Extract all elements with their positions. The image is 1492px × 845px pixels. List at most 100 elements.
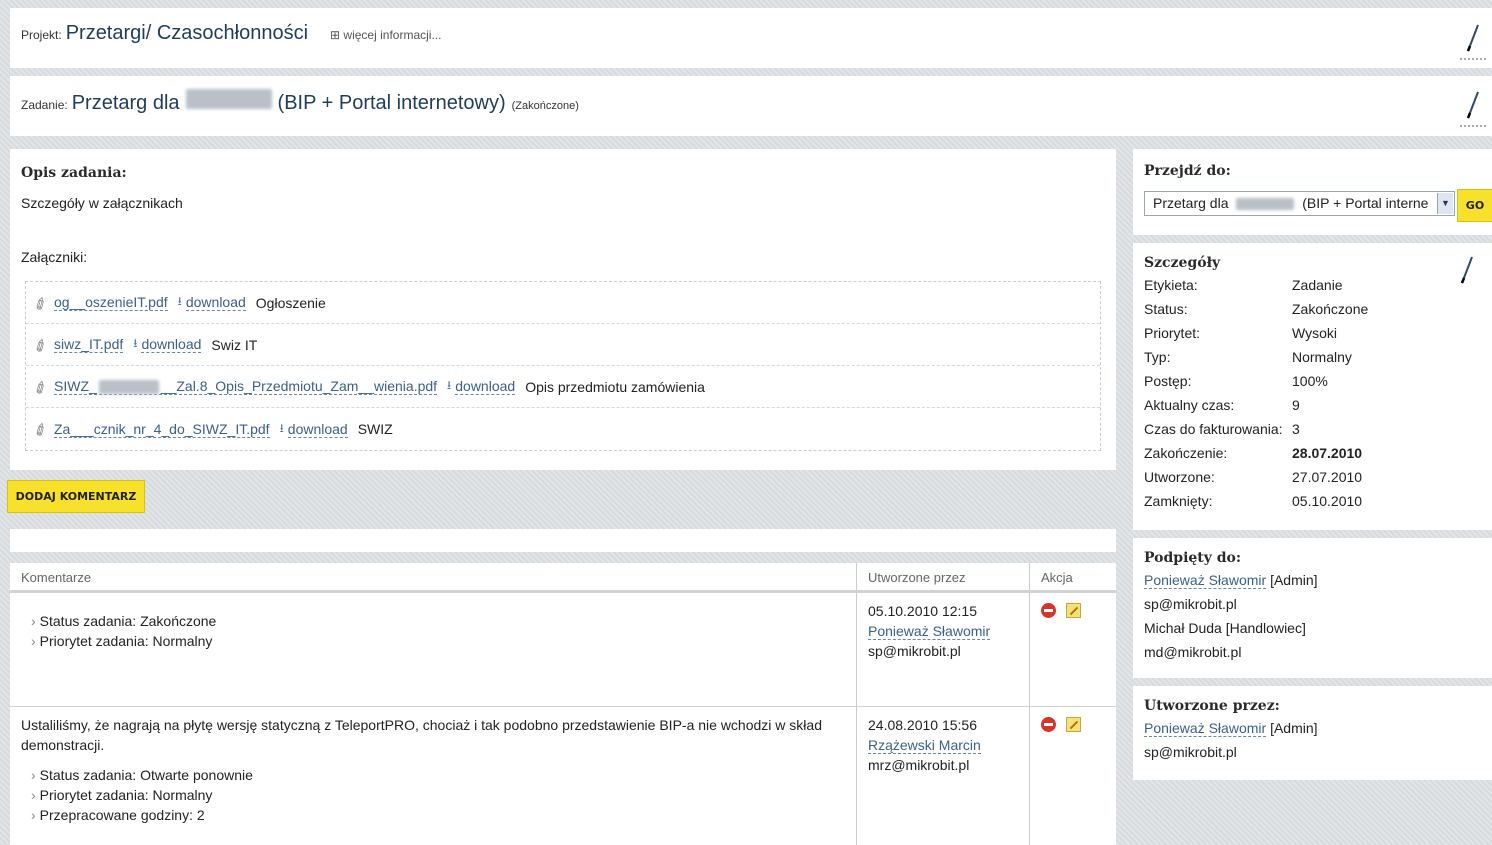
comments-table: Komentarze Utworzone przez Akcja Status … [10,563,1116,845]
detail-row: Postęp: 100% [1144,373,1328,389]
comment-actions [1030,593,1116,706]
goto-panel: Przejdź do: Przetarg dla (BIP + Portal i… [1133,149,1492,235]
comment-row: Status zadania: Zakończone Priorytet zad… [10,593,1116,707]
column-header-action: Akcja [1041,570,1073,585]
attachment-file-link[interactable]: siwz_IT.pdf [54,336,124,353]
chevron-down-icon[interactable]: ▼ [1437,193,1453,214]
attachment-description: SWIZ [357,421,393,437]
paperclip-icon: ✐ [31,335,52,358]
attachment-file-link[interactable]: SIWZ_ __Zal.8_Opis_Przedmiotu_Zam__wienia… [54,378,438,396]
comment-change-item: Priorytet zadania: Normalny [31,785,845,805]
comment-date: 05.10.2010 12:15 [868,603,977,619]
comment-author-link[interactable]: Rzążewski Marcin [868,737,981,754]
delete-icon[interactable] [1041,602,1056,618]
description-text: Szczegóły w załącznikach [21,195,183,211]
edit-icon[interactable] [1065,602,1081,618]
paperclip-icon: ✐ [31,420,52,442]
paperclip-icon: ✐ [31,293,52,316]
task-select[interactable]: Przetarg dla (BIP + Portal interne ▼ [1144,191,1455,216]
task-title-prefix: Przetarg dla [71,92,180,114]
assigned-person-email: md@mikrobit.pl [1144,644,1242,660]
details-heading: Szczegóły [1144,255,1221,271]
comment-text: Ustaliliśmy, że nagrają na płytę wersję … [21,717,822,753]
more-info-link[interactable]: ⊞ więcej informacji... [330,28,441,42]
comment-change-item: Priorytet zadania: Normalny [31,631,845,651]
column-header-created-by: Utworzone przez [857,563,1030,590]
comment-actions [1030,707,1116,845]
detail-row: Utworzone: 27.07.2010 [1144,469,1363,485]
assigned-person: Michał Duda [Handlowiec] [1144,620,1306,636]
download-link[interactable]: download [455,378,516,395]
task-title-suffix: (BIP + Portal internetowy) [277,92,506,114]
download-link[interactable]: download [141,336,202,353]
pencil-icon[interactable] [1452,249,1482,293]
comment-change-item: Przepracowane godziny: 2 [31,805,845,825]
comment-author-email: sp@mikrobit.pl [868,643,961,659]
attachment-row: ✐ Za___cznik_nr_4_do_SIWZ_IT.pdf ⭳ downl… [26,408,1100,450]
comment-body: Status zadania: Zakończone Priorytet zad… [10,593,857,706]
add-comment-button[interactable]: DODAJ KOMENTARZ [7,480,145,513]
detail-row: Zakończenie: 28.07.2010 [1144,445,1363,461]
attachment-row: ✐ siwz_IT.pdf ⭳ download Swiz IT [26,324,1100,366]
comment-form-bar [10,529,1116,552]
description-heading: Opis zadania: [21,165,127,181]
attachments-label: Załączniki: [21,249,88,265]
project-header: Projekt: Przetargi/ Czasochłonności ⊞ wi… [10,8,1492,68]
attachment-file-link[interactable]: og__oszenieIT.pdf [54,294,168,311]
goto-heading: Przejdź do: [1144,163,1231,179]
task-header: Zadanie: Przetarg dla (BIP + Portal inte… [10,76,1492,136]
detail-row: Typ: Normalny [1144,349,1352,365]
assigned-person: Ponieważ Sławomir [Admin] [1144,572,1318,589]
project-label: Projekt: [21,28,62,42]
redacted-text [98,380,159,395]
comment-author-email: mrz@mikrobit.pl [868,757,970,773]
comment-meta: 05.10.2010 12:15 Ponieważ Sławomir sp@mi… [857,593,1030,706]
detail-row: Priorytet: Wysoki [1144,325,1337,341]
redacted-text [185,89,272,109]
comment-date: 24.08.2010 15:56 [868,717,977,733]
creator-person-link[interactable]: Ponieważ Sławomir [1144,720,1267,737]
creator-person: Ponieważ Sławomir [Admin] [1144,720,1318,737]
download-icon: ⭳ [133,336,138,350]
attachment-row: ✐ SIWZ_ __Zal.8_Opis_Przedmiotu_Zam__wien… [26,366,1100,408]
column-header-comments: Komentarze [10,563,857,590]
attachment-description: Ogłoszenie [255,294,326,311]
assigned-panel: Podpięty do: Ponieważ Sławomir [Admin] s… [1133,538,1492,678]
assigned-person-link[interactable]: Ponieważ Sławomir [1144,572,1267,589]
download-icon: ⭳ [447,378,452,392]
assigned-person-email: sp@mikrobit.pl [1144,596,1237,612]
download-link[interactable]: download [185,294,246,311]
creator-heading: Utworzone przez: [1144,698,1280,714]
detail-row: Etykieta: Zadanie [1144,277,1343,293]
detail-row: Zamknięty: 05.10.2010 [1144,493,1363,509]
comment-author-link[interactable]: Ponieważ Sławomir [868,623,991,640]
comment-change-item: Status zadania: Zakończone [31,611,845,631]
details-panel: Szczegóły Etykieta: Zadanie Status: Zakońc… [1133,243,1492,530]
delete-icon[interactable] [1041,716,1056,732]
comment-body: Ustaliliśmy, że nagrają na płytę wersję … [10,707,857,845]
attachments-list: ✐ og__oszenieIT.pdf ⭳ download Ogłoszeni… [25,281,1101,451]
download-icon: ⭳ [279,420,284,435]
comments-header-row: Komentarze Utworzone przez Akcja [10,563,1116,593]
project-title[interactable]: Przetargi/ Czasochłonności [66,22,308,45]
task-status: (Zakończone) [511,100,579,112]
attachment-row: ✐ og__oszenieIT.pdf ⭳ download Ogłoszeni… [26,282,1100,324]
creator-email: sp@mikrobit.pl [1144,744,1237,760]
comment-meta: 24.08.2010 15:56 Rzążewski Marcin mrz@mi… [857,707,1030,845]
comment-change-item: Status zadania: Otwarte ponownie [31,765,845,785]
redacted-text [1236,198,1295,211]
edit-icon[interactable] [1065,716,1081,732]
go-button[interactable]: GO [1457,189,1492,222]
download-icon: ⭳ [177,294,182,308]
detail-row: Czas do fakturowania: 3 [1144,421,1300,437]
pencil-icon[interactable] [1458,17,1488,61]
detail-row: Status: Zakończone [1144,301,1369,317]
download-link[interactable]: download [287,421,348,438]
comment-row: Ustaliliśmy, że nagrają na płytę wersję … [10,707,1116,845]
pencil-icon[interactable] [1458,84,1488,128]
assigned-heading: Podpięty do: [1144,550,1242,566]
attachment-description: Opis przedmiotu zamówienia [525,378,705,395]
creator-panel: Utworzone przez: Ponieważ Sławomir [Admi… [1133,686,1492,780]
attachment-file-link[interactable]: Za___cznik_nr_4_do_SIWZ_IT.pdf [54,421,270,438]
attachment-description: Swiz IT [211,336,258,353]
